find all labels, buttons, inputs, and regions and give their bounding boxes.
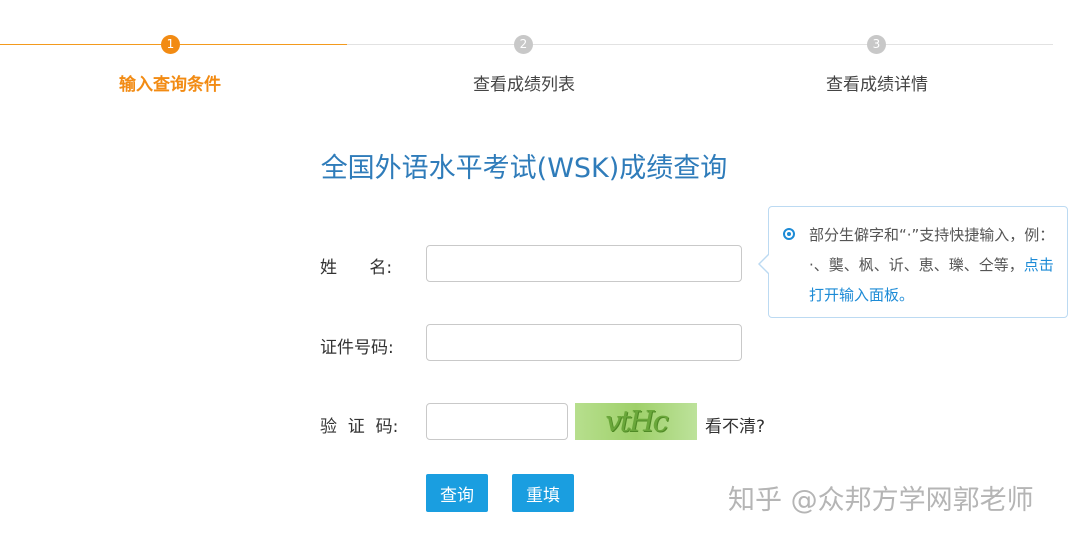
watermark: 知乎 @众邦方学网郭老师 [728,485,1034,516]
tip-text: 部分生僻字和“·”支持快捷输入，例：·、龑、枫、䜣、恵、瓅、仝等，点击打开输入面… [809,220,1059,310]
id-number-input[interactable] [426,324,742,361]
radio-bullet-icon [783,228,795,240]
tip-arrow-fill [760,254,770,274]
step-1-number-icon: 1 [161,35,180,54]
captcha-image-text: vtHc [605,404,669,438]
id-number-label: 证件号码: [320,338,394,358]
step-3-label: 查看成绩详情 [826,75,928,95]
name-input[interactable] [426,245,742,282]
query-button[interactable]: 查询 [426,474,488,512]
name-label: 姓 名: [320,258,393,278]
step-1-label: 输入查询条件 [119,75,221,95]
step-2-label: 查看成绩列表 [473,75,575,95]
step-2-number-icon: 2 [514,35,533,54]
captcha-label: 验 证 码: [320,417,399,437]
reset-button[interactable]: 重填 [512,474,574,512]
captcha-input[interactable] [426,403,568,440]
step-3-number-icon: 3 [867,35,886,54]
page-title: 全国外语水平考试(WSK)成绩查询 [320,153,728,184]
captcha-refresh-link[interactable]: 看不清? [705,412,765,437]
input-tip-popover: 部分生僻字和“·”支持快捷输入，例：·、龑、枫、䜣、恵、瓅、仝等，点击打开输入面… [758,206,1068,318]
tip-body: 部分生僻字和“·”支持快捷输入，例：·、龑、枫、䜣、恵、瓅、仝等， [809,226,1047,274]
captcha-image[interactable]: vtHc [575,403,697,440]
progress-line-pending [347,44,1053,45]
